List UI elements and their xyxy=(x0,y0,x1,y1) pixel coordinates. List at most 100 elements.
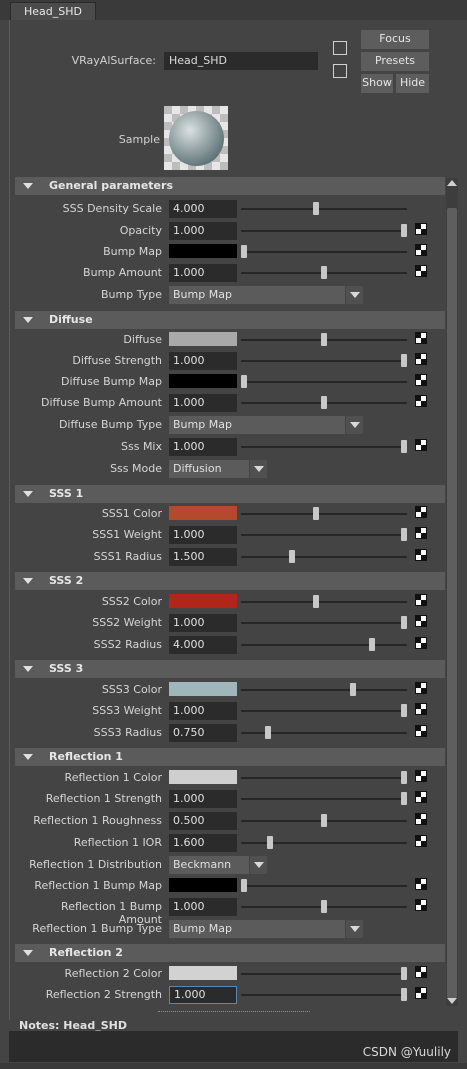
slider-thumb[interactable] xyxy=(401,704,407,717)
slider-thumb[interactable] xyxy=(321,396,327,409)
scrollbar-thumb[interactable] xyxy=(447,208,457,998)
map-button-icon[interactable] xyxy=(415,332,427,344)
map-button-icon[interactable] xyxy=(415,770,427,782)
map-button-icon[interactable] xyxy=(415,615,427,627)
bump-map-slider[interactable] xyxy=(241,245,407,258)
slider-thumb[interactable] xyxy=(241,245,247,258)
slider-thumb[interactable] xyxy=(289,550,295,563)
sss-density-scale-field[interactable]: 4.000 xyxy=(169,200,237,218)
reflection1-ior-slider[interactable] xyxy=(241,836,407,849)
slider-thumb[interactable] xyxy=(321,900,327,913)
sss1-weight-slider[interactable] xyxy=(241,528,407,541)
map-button-icon[interactable] xyxy=(415,265,427,277)
map-button-icon[interactable] xyxy=(415,725,427,737)
sss1-radius-field[interactable]: 1.500 xyxy=(169,548,237,566)
chevron-down-icon[interactable] xyxy=(345,286,363,304)
map-button-icon[interactable] xyxy=(415,966,427,978)
sss1-radius-slider[interactable] xyxy=(241,550,407,563)
slider-thumb[interactable] xyxy=(401,354,407,367)
map-button-icon[interactable] xyxy=(415,899,427,911)
diffuse-slider[interactable] xyxy=(241,333,407,346)
slider-thumb[interactable] xyxy=(401,771,407,784)
presets-button[interactable]: Presets xyxy=(361,52,429,71)
map-button-icon[interactable] xyxy=(415,244,427,256)
map-button-icon[interactable] xyxy=(415,835,427,847)
sss1-weight-field[interactable]: 1.000 xyxy=(169,526,237,544)
reflection1-distribution-dropdown[interactable]: Beckmann xyxy=(169,856,267,874)
sss3-weight-slider[interactable] xyxy=(241,704,407,717)
sss2-weight-slider[interactable] xyxy=(241,616,407,629)
diffuse-color-swatch[interactable] xyxy=(169,332,237,346)
bump-amount-field[interactable]: 1.000 xyxy=(169,264,237,282)
sss2-radius-slider[interactable] xyxy=(241,638,407,651)
hide-button[interactable]: Hide xyxy=(396,74,429,93)
map-button-icon[interactable] xyxy=(415,374,427,386)
focus-button[interactable]: Focus xyxy=(361,30,429,49)
reflection2-color-slider[interactable] xyxy=(241,967,407,980)
sss3-radius-slider[interactable] xyxy=(241,726,407,739)
sss2-color-swatch[interactable] xyxy=(169,594,237,608)
scroll-up-icon[interactable] xyxy=(447,180,457,186)
sss2-weight-field[interactable]: 1.000 xyxy=(169,614,237,632)
slider-thumb[interactable] xyxy=(265,726,271,739)
slider-thumb[interactable] xyxy=(401,967,407,980)
show-button[interactable]: Show xyxy=(361,74,393,93)
slider-thumb[interactable] xyxy=(401,792,407,805)
diffuse-bump-amount-field[interactable]: 1.000 xyxy=(169,394,237,412)
sss1-color-swatch[interactable] xyxy=(169,506,237,520)
slider-thumb[interactable] xyxy=(401,988,407,1001)
slider-thumb[interactable] xyxy=(401,440,407,453)
slider-thumb[interactable] xyxy=(267,836,273,849)
reflection1-roughness-field[interactable]: 0.500 xyxy=(169,812,237,830)
sss3-weight-field[interactable]: 1.000 xyxy=(169,702,237,720)
sss-mode-dropdown[interactable]: Diffusion xyxy=(169,460,267,478)
output-connection-icon[interactable] xyxy=(333,64,347,78)
map-button-icon[interactable] xyxy=(415,813,427,825)
slider-thumb[interactable] xyxy=(321,814,327,827)
reflection2-strength-slider[interactable] xyxy=(241,988,407,1001)
bump-amount-slider[interactable] xyxy=(241,266,407,279)
chevron-down-icon[interactable] xyxy=(345,920,363,938)
opacity-slider[interactable] xyxy=(241,224,407,237)
resize-handle[interactable] xyxy=(158,1011,310,1012)
sss-density-scale-slider[interactable] xyxy=(241,202,407,215)
map-button-icon[interactable] xyxy=(415,682,427,694)
map-button-icon[interactable] xyxy=(415,506,427,518)
slider-thumb[interactable] xyxy=(401,528,407,541)
sss-mix-slider[interactable] xyxy=(241,440,407,453)
reflection1-color-slider[interactable] xyxy=(241,771,407,784)
map-button-icon[interactable] xyxy=(415,527,427,539)
map-button-icon[interactable] xyxy=(415,987,427,999)
reflection1-ior-field[interactable]: 1.600 xyxy=(169,834,237,852)
slider-thumb[interactable] xyxy=(313,202,319,215)
map-button-icon[interactable] xyxy=(415,594,427,606)
sss2-radius-field[interactable]: 4.000 xyxy=(169,636,237,654)
opacity-field[interactable]: 1.000 xyxy=(169,222,237,240)
reflection1-color-swatch[interactable] xyxy=(169,770,237,784)
diffuse-strength-field[interactable]: 1.000 xyxy=(169,352,237,370)
reflection1-bump-amount-slider[interactable] xyxy=(241,900,407,913)
chevron-down-icon[interactable] xyxy=(249,856,267,874)
reflection2-strength-field[interactable]: 1.000 xyxy=(169,986,237,1004)
slider-thumb[interactable] xyxy=(369,638,375,651)
diffuse-bump-amount-slider[interactable] xyxy=(241,396,407,409)
chevron-down-icon[interactable] xyxy=(249,460,267,478)
diffuse-bump-map-slider[interactable] xyxy=(241,375,407,388)
slider-thumb[interactable] xyxy=(401,616,407,629)
sss3-color-swatch[interactable] xyxy=(169,682,237,696)
map-button-icon[interactable] xyxy=(415,791,427,803)
sss1-color-slider[interactable] xyxy=(241,507,407,520)
slider-thumb[interactable] xyxy=(350,683,356,696)
section-reflection-1[interactable]: Reflection 1 xyxy=(15,748,445,766)
slider-thumb[interactable] xyxy=(321,333,327,346)
diffuse-bump-map-swatch[interactable] xyxy=(169,374,237,388)
shader-name-field[interactable]: Head_SHD xyxy=(164,52,318,70)
tab-head-shd[interactable]: Head_SHD xyxy=(10,2,96,20)
chevron-down-icon[interactable] xyxy=(345,416,363,434)
slider-thumb[interactable] xyxy=(313,595,319,608)
bump-type-dropdown[interactable]: Bump Map xyxy=(169,286,363,304)
section-general-parameters[interactable]: General parameters xyxy=(15,177,445,195)
map-button-icon[interactable] xyxy=(415,353,427,365)
reflection1-bump-map-swatch[interactable] xyxy=(169,878,237,892)
input-connection-icon[interactable] xyxy=(333,41,347,55)
